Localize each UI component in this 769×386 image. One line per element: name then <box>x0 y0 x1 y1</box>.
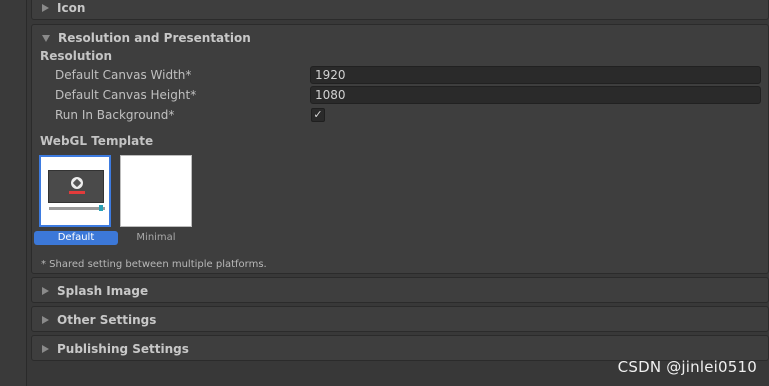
checkmark-icon: ✓ <box>313 108 323 121</box>
foldout-collapsed-icon <box>42 4 49 12</box>
panel-publishing-title: Publishing Settings <box>57 342 189 356</box>
template-minimal-thumbnail[interactable] <box>120 155 192 227</box>
panel-resolution-title: Resolution and Presentation <box>58 31 251 45</box>
resolution-section-label: Resolution <box>40 49 113 63</box>
template-footer-bar <box>49 207 105 210</box>
foldout-expanded-icon <box>42 35 50 42</box>
panel-splash-header[interactable]: Splash Image <box>32 278 768 304</box>
fullscreen-icon <box>99 205 103 211</box>
panel-icon-title: Icon <box>57 1 86 15</box>
left-side-strip <box>0 0 27 386</box>
canvas-height-label: Default Canvas Height* <box>55 88 197 102</box>
panel-icon-header[interactable]: Icon <box>32 0 768 21</box>
foldout-collapsed-icon <box>42 287 49 295</box>
canvas-height-field[interactable]: 1080 <box>310 86 761 104</box>
panel-other-title: Other Settings <box>57 313 157 327</box>
player-settings-window: Icon Resolution and Presentation Resolut… <box>0 0 769 386</box>
loading-bar <box>69 191 85 194</box>
panel-splash[interactable]: Splash Image <box>31 277 769 303</box>
canvas-width-field[interactable]: 1920 <box>310 66 761 84</box>
run-in-background-label: Run In Background* <box>55 108 175 122</box>
foldout-collapsed-icon <box>42 316 49 324</box>
shared-setting-note: * Shared setting between multiple platfo… <box>41 259 267 270</box>
panel-other-header[interactable]: Other Settings <box>32 307 768 333</box>
template-screen-preview <box>48 170 104 203</box>
run-in-background-checkbox[interactable]: ✓ <box>311 108 325 122</box>
panel-icon[interactable]: Icon <box>31 0 769 20</box>
panel-other[interactable]: Other Settings <box>31 306 769 332</box>
foldout-collapsed-icon <box>42 345 49 353</box>
unity-logo-icon <box>71 177 83 189</box>
template-default-thumbnail[interactable] <box>39 155 111 227</box>
template-minimal-label[interactable]: Minimal <box>120 231 192 245</box>
template-default-label[interactable]: Default <box>34 231 118 245</box>
canvas-width-label: Default Canvas Width* <box>55 68 192 82</box>
webgl-template-label: WebGL Template <box>40 134 154 148</box>
panel-resolution-header[interactable]: Resolution and Presentation <box>32 25 768 51</box>
panel-splash-title: Splash Image <box>57 284 149 298</box>
csdn-watermark: CSDN @jinlei0510 <box>617 358 757 376</box>
